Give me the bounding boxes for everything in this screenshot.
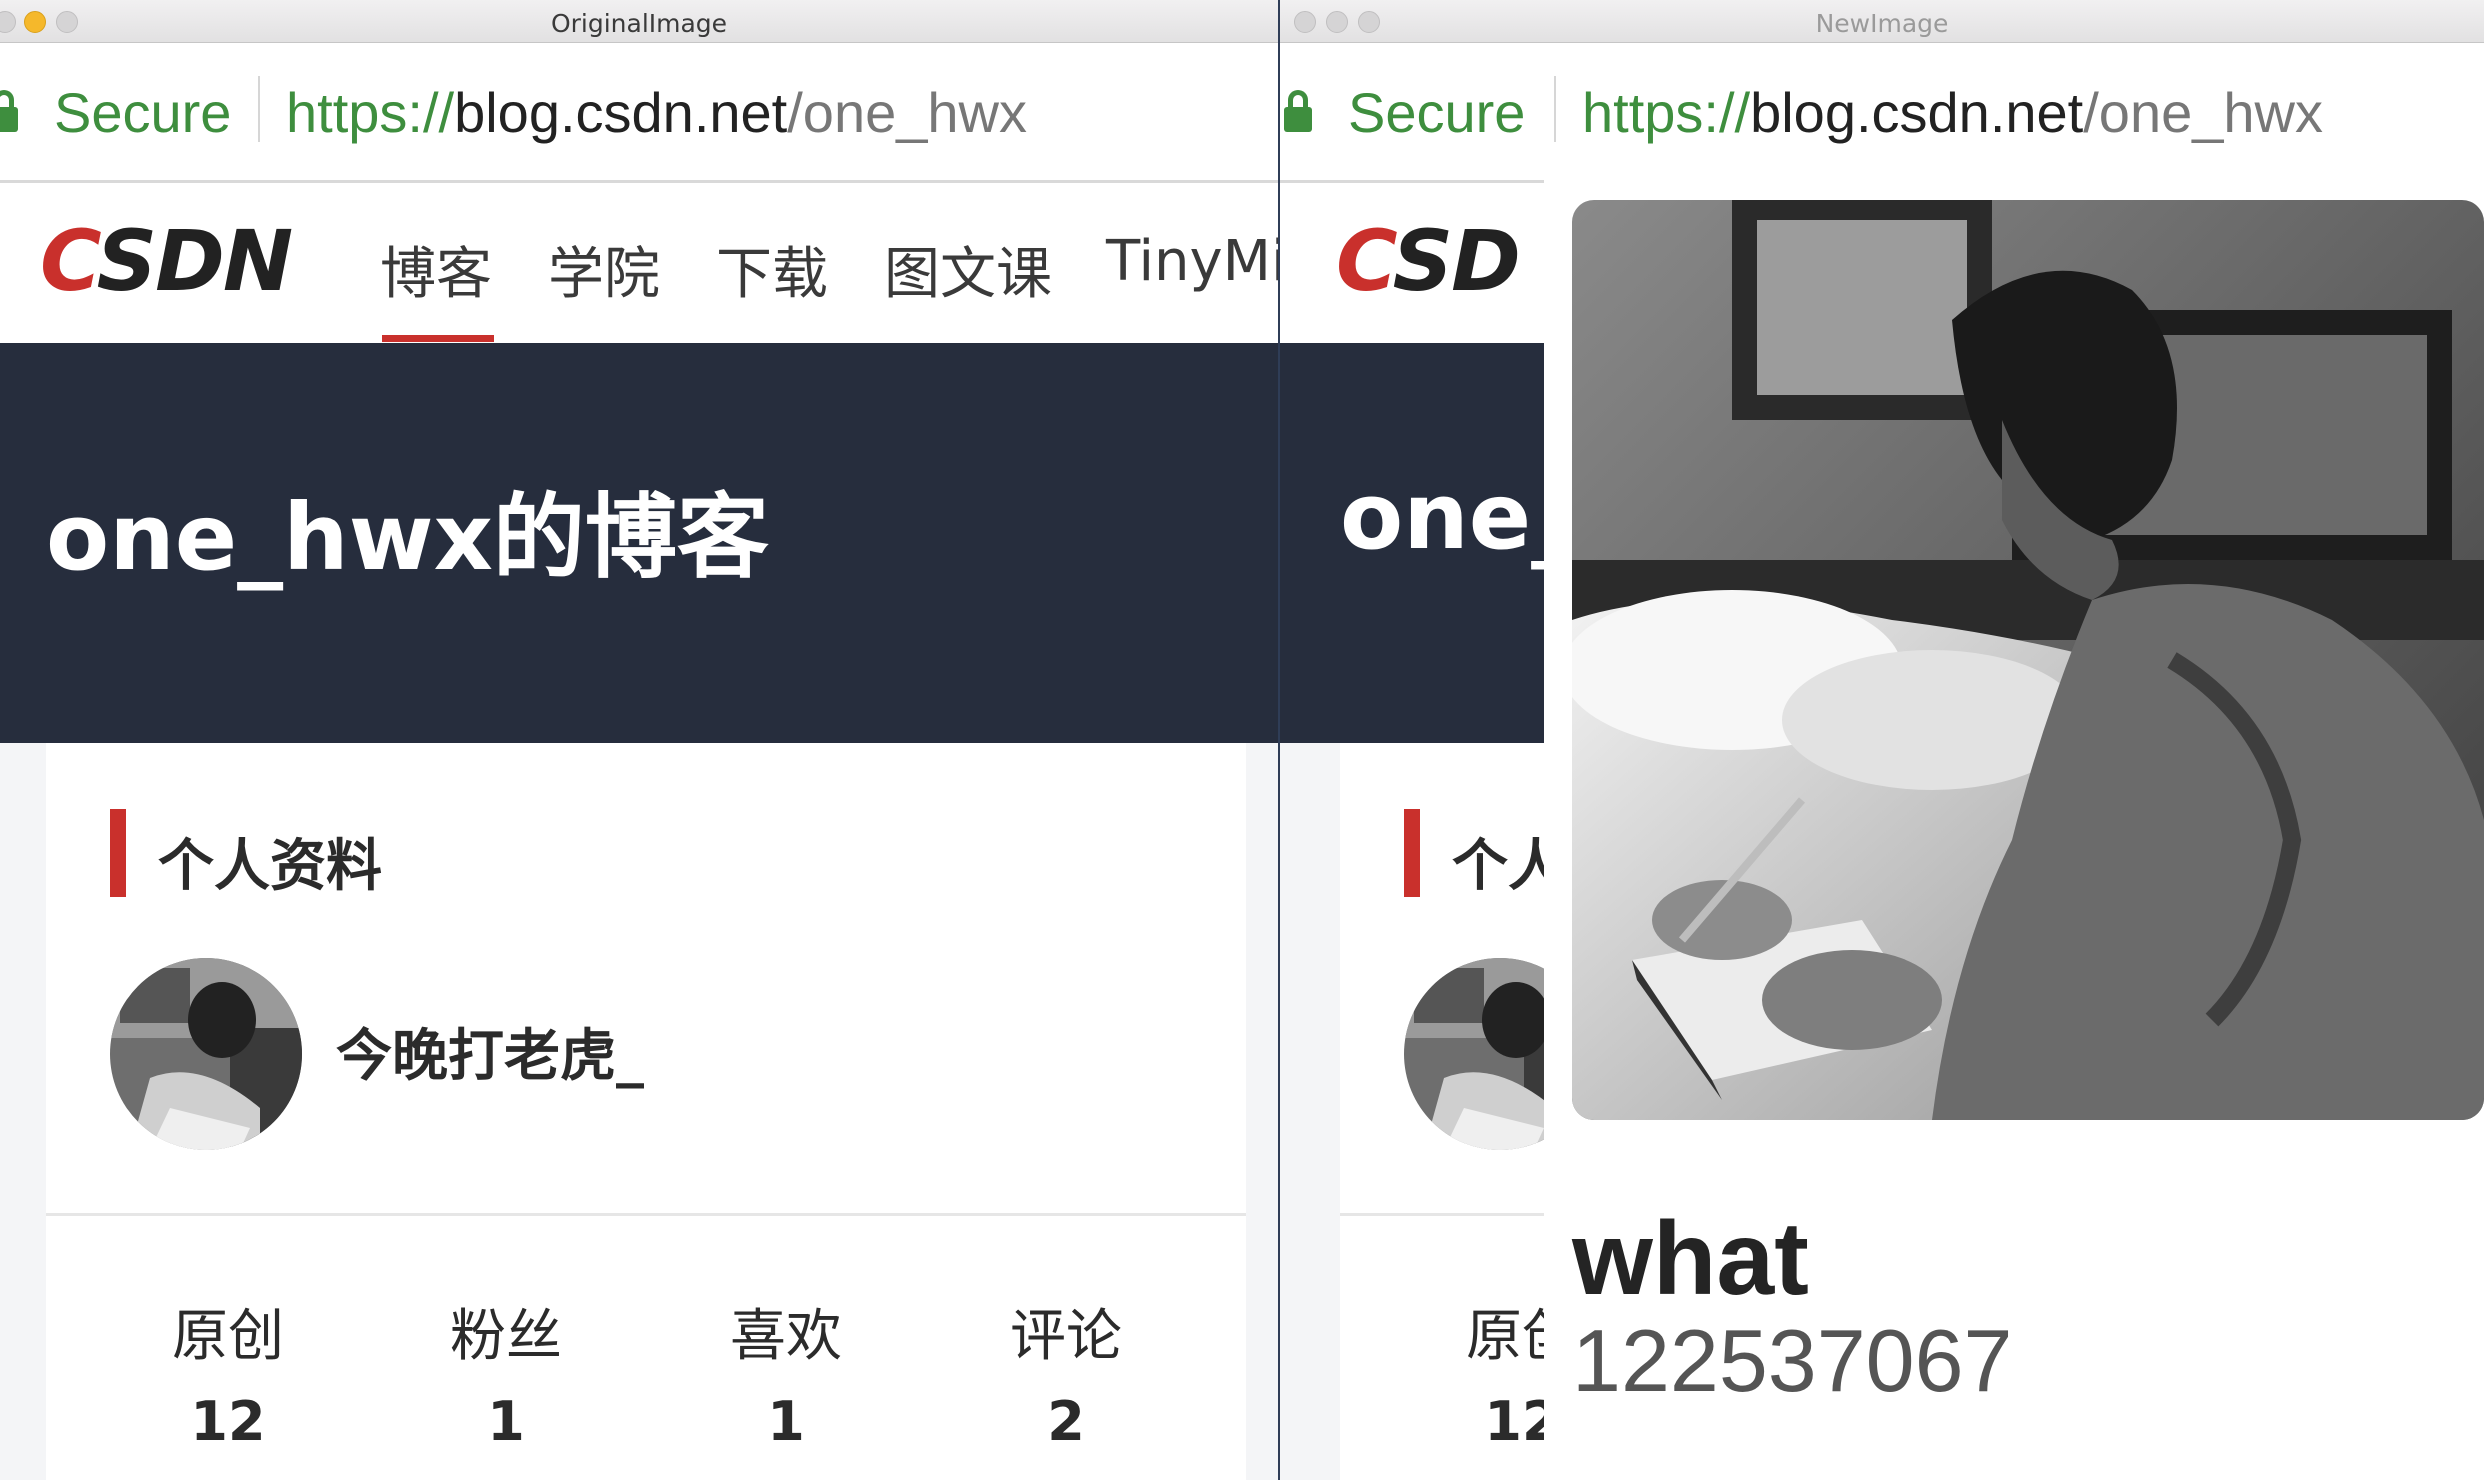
stat-fans[interactable]: 粉丝 1 [376, 1291, 636, 1453]
url-scheme: https:// [286, 81, 455, 144]
avatar-photo [110, 958, 302, 1150]
url-scheme: https:// [1582, 81, 1751, 144]
secure-label: Secure [54, 81, 232, 144]
csdn-logo[interactable]: CSDN [40, 219, 293, 303]
address-bar[interactable]: Secure https://blog.csdn.net/one_hwx [1280, 54, 2484, 164]
nav-item-blog[interactable]: 博客 [380, 229, 492, 310]
nav-item-academy[interactable]: 学院 [548, 229, 660, 310]
stat-value: 2 [1047, 1390, 1085, 1453]
section-title-accent [1404, 809, 1420, 897]
avatar[interactable] [110, 958, 302, 1150]
nav-item-download[interactable]: 下载 [716, 229, 828, 310]
stat-comments[interactable]: 评论 2 [936, 1291, 1196, 1453]
stat-label: 评论 [1010, 1304, 1122, 1369]
url-path: /one_hwx [2083, 81, 2323, 144]
url-path: /one_hwx [787, 81, 1027, 144]
csdn-logo-partial: SD [1392, 212, 1521, 310]
section-title: 个人资料 [158, 834, 382, 899]
nav-item-graphic-course[interactable]: 图文课 [884, 229, 1052, 310]
nav-item-tinymind[interactable]: TinyMi [1106, 229, 1278, 294]
original-image-window: OriginalImage Secure https://blog.csdn.n… [0, 0, 1278, 1480]
address-separator [1554, 76, 1556, 142]
profile-preview-panel: what 122537067 [1544, 160, 2484, 1480]
stat-label: 喜欢 [730, 1304, 842, 1369]
url-text[interactable]: https://blog.csdn.net/one_hwx [1582, 80, 2323, 145]
url-text[interactable]: https://blog.csdn.net/one_hwx [286, 80, 1027, 145]
section-title-accent [110, 809, 126, 897]
url-host: blog.csdn.net [454, 81, 788, 144]
stat-original[interactable]: 原创 12 [98, 1291, 358, 1453]
blog-title[interactable]: one_hwx的博客 [46, 463, 769, 596]
nav-active-indicator [382, 335, 494, 342]
profile-photo-image [1572, 200, 2484, 1120]
profile-name[interactable]: what [1572, 1200, 1809, 1319]
window-titlebar[interactable]: OriginalImage [0, 0, 1278, 43]
profile-photo[interactable] [1572, 200, 2484, 1120]
username[interactable]: 今晚打老虎_ [336, 1011, 644, 1092]
stat-label: 粉丝 [450, 1304, 562, 1369]
profile-id: 122537067 [1572, 1311, 2013, 1410]
secure-label: Secure [1348, 81, 1526, 144]
blog-title-partial: one_ [1340, 463, 1578, 570]
lock-icon [1284, 90, 1312, 132]
site-nav: CSDN 博客 学院 下载 图文课 TinyMi [0, 183, 1278, 343]
address-separator [258, 76, 260, 142]
window-titlebar[interactable]: NewImage [1280, 0, 2484, 43]
blog-banner: one_hwx的博客 [0, 343, 1278, 743]
stat-likes[interactable]: 喜欢 1 [656, 1291, 916, 1453]
profile-card: 个人资料 今晚打老虎_ 原创 12 粉丝 1 喜欢 1 评论 2 [46, 743, 1246, 1480]
window-title: OriginalImage [550, 9, 728, 38]
card-divider [46, 1213, 1246, 1216]
new-image-window: NewImage Secure https://blog.csdn.net/on… [1280, 0, 2484, 1480]
stat-value: 12 [190, 1390, 266, 1453]
stat-value: 1 [487, 1390, 525, 1453]
lock-icon [0, 90, 18, 132]
window-title: NewImage [1815, 9, 1949, 38]
stat-label: 原创 [172, 1304, 284, 1369]
address-bar[interactable]: Secure https://blog.csdn.net/one_hwx [0, 54, 1278, 164]
stat-value: 1 [767, 1390, 805, 1453]
csdn-logo[interactable]: CSD [1336, 219, 1521, 303]
url-host: blog.csdn.net [1750, 81, 2084, 144]
